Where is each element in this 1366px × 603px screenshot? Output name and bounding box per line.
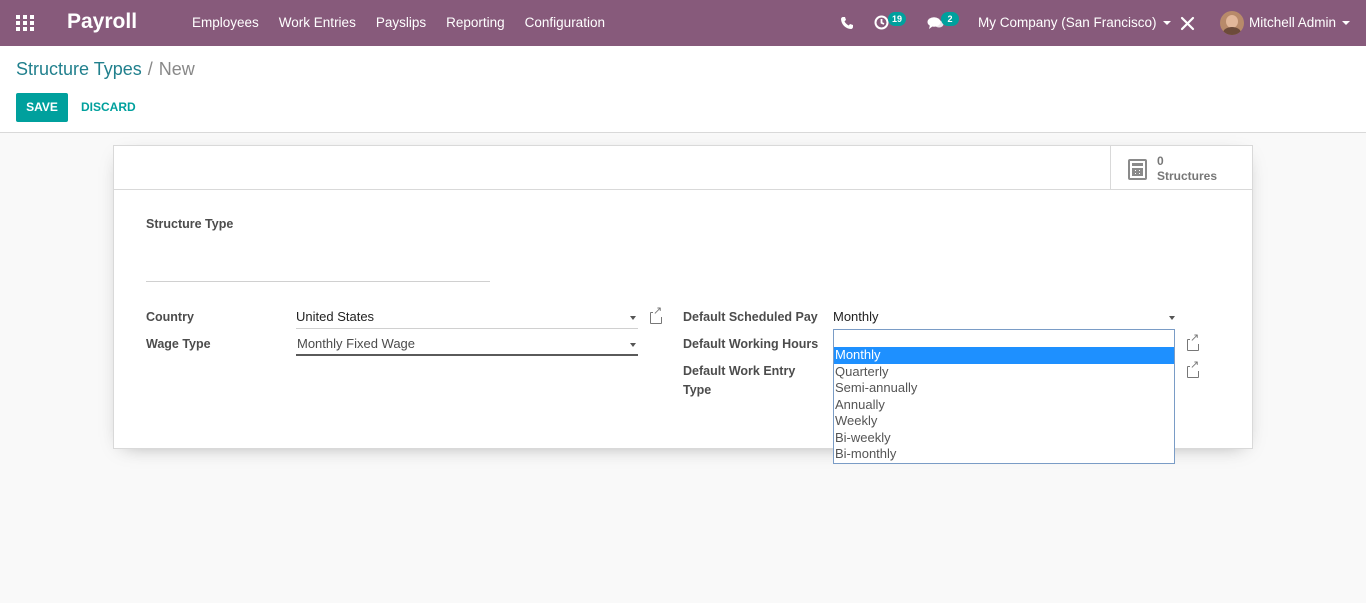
scheduled-pay-value: Monthly [833, 309, 879, 324]
scheduled-pay-select[interactable]: Monthly [833, 307, 1177, 329]
discard-button[interactable]: DISCARD [81, 93, 136, 122]
wage-type-select[interactable]: Monthly Fixed Wage [296, 334, 638, 356]
breadcrumb-current: New [158, 59, 195, 79]
dropdown-option-bi-monthly[interactable]: Bi-monthly [834, 446, 1174, 463]
country-label: Country [146, 310, 194, 324]
control-panel: Structure Types / New SAVE DISCARD [0, 46, 1366, 133]
wage-type-value: Monthly Fixed Wage [297, 336, 416, 351]
menu-employees[interactable]: Employees [182, 0, 269, 46]
dropdown-option-quarterly[interactable]: Quarterly [834, 364, 1174, 381]
external-link-icon[interactable] [650, 306, 663, 324]
app-brand[interactable]: Payroll [67, 10, 137, 34]
structure-type-name-input[interactable] [146, 281, 490, 282]
dropdown-option-monthly[interactable]: Monthly [834, 347, 1174, 364]
structures-stat-button[interactable]: 0 Structures [1110, 146, 1252, 189]
country-value: United States [296, 309, 375, 324]
dropdown-option-bi-weekly[interactable]: Bi-weekly [834, 430, 1174, 447]
work-entry-type-label-line2: Type [683, 383, 712, 397]
country-select[interactable]: United States [296, 307, 638, 329]
breadcrumb-parent-link[interactable]: Structure Types [16, 59, 142, 79]
activity-count-badge: 19 [888, 12, 907, 26]
structures-count: 0 [1157, 154, 1164, 168]
menu-payslips[interactable]: Payslips [366, 0, 436, 46]
save-button[interactable]: SAVE [16, 93, 68, 122]
external-link-icon[interactable] [1187, 360, 1200, 378]
dropdown-option-annually[interactable]: Annually [834, 397, 1174, 414]
dropdown-option-weekly[interactable]: Weekly [834, 413, 1174, 430]
working-hours-label: Default Working Hours [683, 337, 819, 351]
debug-tools-icon[interactable] [1180, 0, 1195, 46]
calculator-icon [1128, 159, 1147, 180]
button-box: 0 Structures [114, 146, 1252, 190]
menu-configuration[interactable]: Configuration [515, 0, 615, 46]
chevron-down-icon [1162, 21, 1171, 26]
work-entry-type-label-line1: Default Work Entry [683, 364, 796, 378]
breadcrumb-separator: / [147, 59, 153, 79]
phone-icon[interactable] [840, 0, 854, 46]
user-avatar[interactable] [1220, 11, 1244, 35]
breadcrumb: Structure Types / New [16, 59, 195, 80]
chevron-down-icon [1342, 21, 1351, 26]
wage-type-label: Wage Type [146, 337, 211, 351]
dropdown-blank-option[interactable] [834, 330, 1174, 347]
apps-menu-icon[interactable] [16, 15, 34, 31]
menu-work-entries[interactable]: Work Entries [269, 0, 366, 46]
activity-clock-icon[interactable] [874, 0, 889, 46]
user-menu[interactable]: Mitchell Admin [1249, 0, 1351, 46]
chevron-down-icon [630, 343, 636, 347]
main-menu: Employees Work Entries Payslips Reportin… [182, 0, 615, 46]
company-name: My Company (San Francisco) [978, 15, 1157, 30]
user-name: Mitchell Admin [1249, 15, 1337, 30]
menu-reporting[interactable]: Reporting [436, 0, 515, 46]
chevron-down-icon [630, 316, 636, 320]
external-link-icon[interactable] [1187, 333, 1200, 351]
scheduled-pay-label: Default Scheduled Pay [683, 310, 818, 324]
structures-label: Structures [1157, 169, 1218, 183]
dropdown-option-semi-annually[interactable]: Semi-annually [834, 380, 1174, 397]
message-count-badge: 2 [941, 12, 959, 26]
structure-type-label: Structure Type [146, 217, 234, 231]
scheduled-pay-dropdown: Monthly Quarterly Semi-annually Annually… [833, 329, 1175, 464]
chevron-down-icon [1169, 316, 1175, 320]
top-navbar: Payroll Employees Work Entries Payslips … [0, 0, 1366, 46]
company-switcher[interactable]: My Company (San Francisco) [978, 0, 1171, 46]
